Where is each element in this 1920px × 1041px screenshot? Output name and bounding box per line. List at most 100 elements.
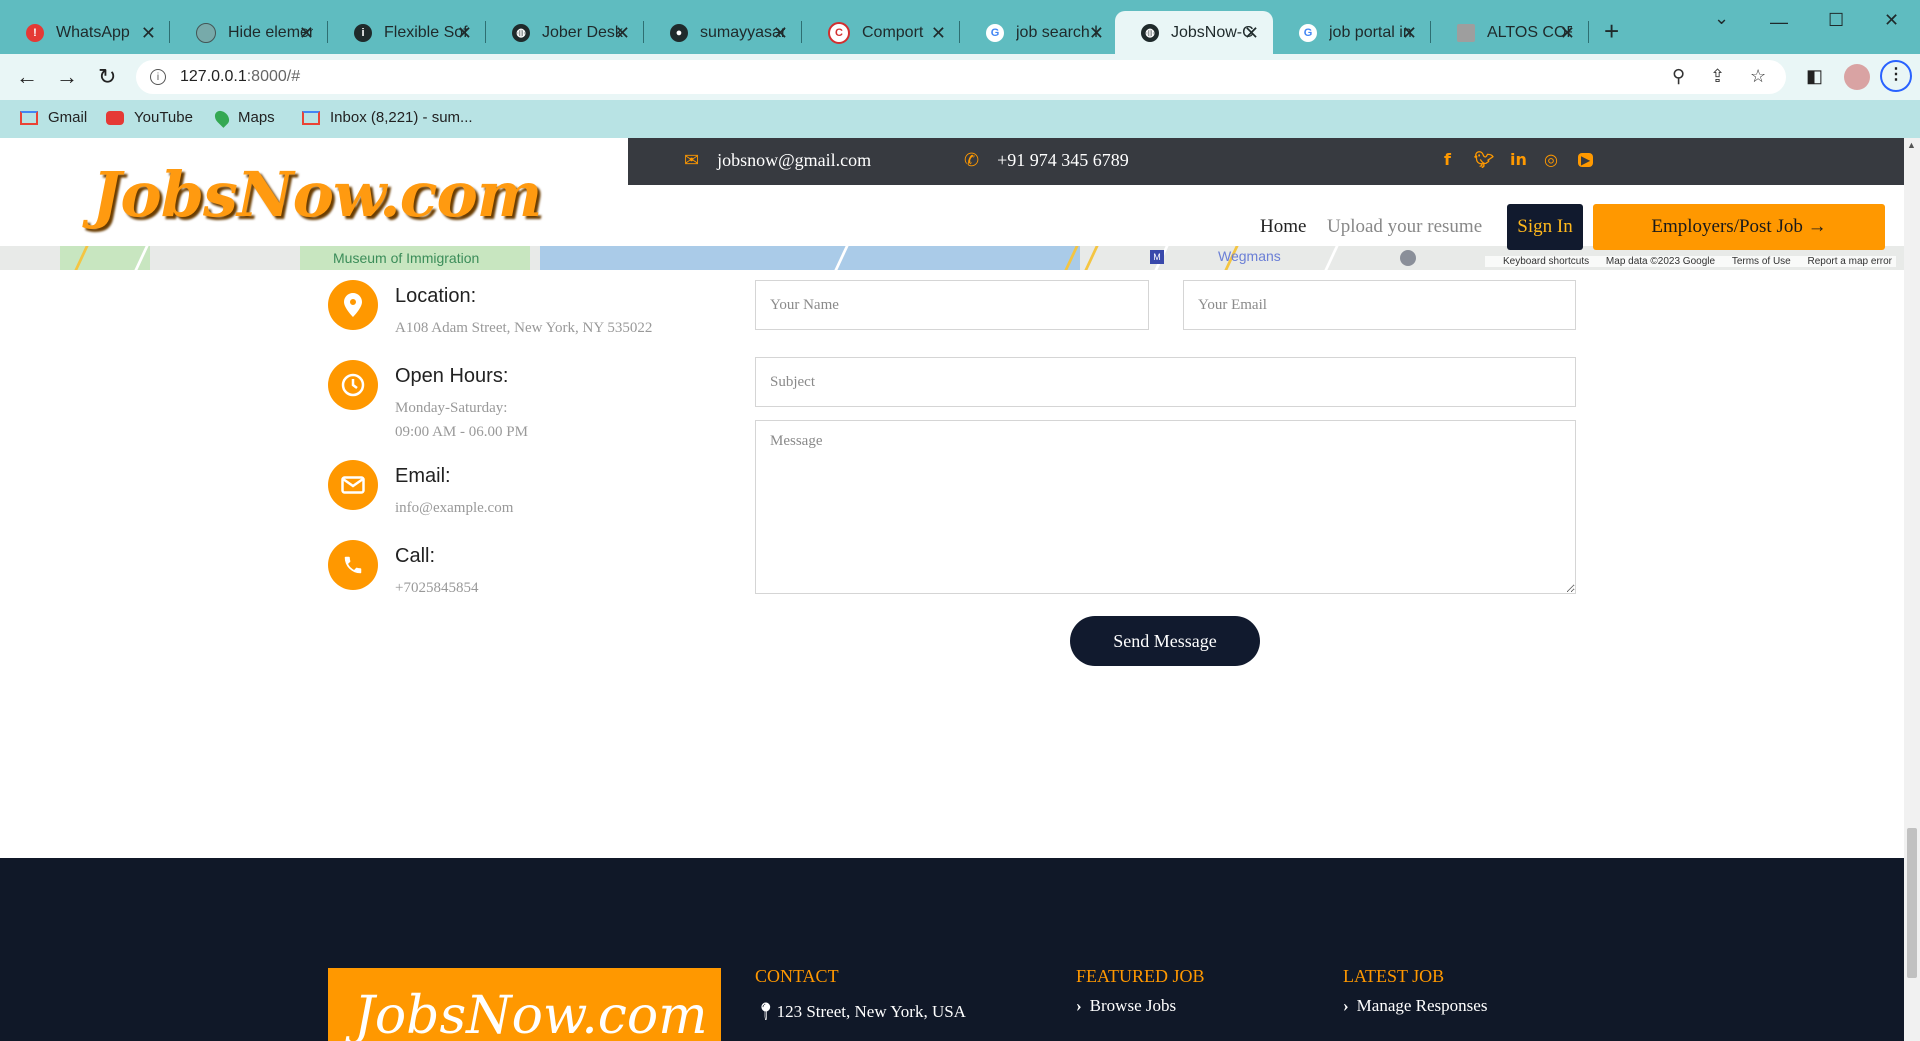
- bookmark-inbox[interactable]: Inbox (8,221) - sum...: [302, 109, 473, 126]
- back-arrow-icon[interactable]: ←: [16, 64, 38, 90]
- gmail-icon: [20, 110, 38, 125]
- zoom-icon[interactable]: ⚲: [1672, 66, 1685, 87]
- footer-link-label: Manage Responses: [1356, 996, 1488, 1015]
- youtube-icon[interactable]: ▶: [1578, 153, 1594, 167]
- altos-icon: [1457, 23, 1475, 42]
- tab-jober-desk[interactable]: ◍ Jober Desk ✕: [486, 11, 644, 54]
- close-icon[interactable]: ✕: [141, 23, 156, 44]
- globe-icon: ◍: [1141, 23, 1159, 42]
- footer-logo[interactable]: JobsNow.com: [328, 968, 721, 1041]
- footer-featured-heading: FEATURED JOB: [1076, 966, 1205, 986]
- map-label-museum: Museum of Immigration: [333, 250, 480, 266]
- twitter-icon[interactable]: 🐦︎: [1474, 150, 1494, 169]
- page-scrollbar[interactable]: ▲: [1904, 138, 1920, 1041]
- close-icon[interactable]: ✕: [299, 23, 314, 44]
- tab-flexible-software[interactable]: i Flexible Sof ✕: [328, 11, 486, 54]
- tab-hide-element[interactable]: Hide element ✕: [170, 11, 328, 54]
- tab-altos[interactable]: ALTOS COR ✕: [1431, 11, 1589, 54]
- close-icon[interactable]: ✕: [615, 23, 630, 44]
- profile-avatar[interactable]: [1844, 64, 1870, 90]
- close-icon[interactable]: ✕: [1089, 23, 1104, 44]
- nav-upload-resume[interactable]: Upload your resume: [1327, 216, 1482, 238]
- report-map-error-link[interactable]: Report a map error: [1808, 256, 1892, 267]
- message-textarea[interactable]: [755, 420, 1576, 594]
- footer-latest-heading: LATEST JOB: [1343, 966, 1445, 986]
- info-text[interactable]: info@example.com: [395, 496, 513, 520]
- send-message-button[interactable]: Send Message: [1070, 616, 1260, 666]
- tab-jobsnow-active[interactable]: ◍ JobsNow-C ✕: [1115, 11, 1273, 54]
- info-title: Email:: [395, 465, 451, 487]
- close-icon[interactable]: ✕: [1402, 23, 1417, 44]
- map-attribution: Keyboard shortcuts Map data ©2023 Google…: [1484, 256, 1896, 267]
- footer-link-manage-responses[interactable]: › Manage Responses: [1343, 996, 1487, 1016]
- tab-whatsapp[interactable]: ! WhatsApp ✕: [0, 11, 170, 54]
- bookmark-maps[interactable]: Maps: [212, 107, 275, 128]
- tab-job-search[interactable]: G job search l ✕: [960, 11, 1118, 54]
- linkedin-icon[interactable]: in: [1510, 150, 1527, 169]
- topbar-phone[interactable]: ✆ +91 974 345 6789: [964, 150, 1129, 171]
- bookmark-star-icon[interactable]: ☆: [1750, 66, 1766, 87]
- bookmark-label: Maps: [238, 109, 275, 126]
- chevron-right-icon: ›: [1076, 996, 1082, 1015]
- github-icon: ●: [670, 23, 688, 42]
- post-job-button[interactable]: Employers/Post Job →: [1593, 204, 1885, 250]
- bookmark-youtube[interactable]: YouTube: [106, 109, 193, 126]
- name-input[interactable]: [755, 280, 1149, 330]
- close-icon[interactable]: ✕: [931, 23, 946, 44]
- tab-job-portal[interactable]: G job portal in ✕: [1273, 11, 1431, 54]
- top-contact-bar: ✉ jobsnow@gmail.com ✆ +91 974 345 6789 f…: [628, 138, 1904, 185]
- site-header: ✉ jobsnow@gmail.com ✆ +91 974 345 6789 f…: [0, 138, 1904, 250]
- tab-search-chevron-icon[interactable]: ⌄: [1714, 8, 1729, 29]
- tab-comport[interactable]: C Comport ✕: [802, 11, 960, 54]
- share-icon[interactable]: ⇪: [1710, 66, 1725, 87]
- window-close-icon[interactable]: ✕: [1884, 10, 1899, 31]
- youtube-icon: [106, 110, 124, 125]
- bookmark-gmail[interactable]: Gmail: [20, 109, 87, 126]
- phone-icon: ✆: [964, 150, 980, 170]
- page-viewport: M Museum of Immigration Wegmans Keyboard…: [0, 138, 1904, 1041]
- close-icon[interactable]: ✕: [457, 23, 472, 44]
- reload-icon[interactable]: ↻: [98, 64, 116, 90]
- close-icon[interactable]: ✕: [773, 23, 788, 44]
- maps-icon: [212, 107, 232, 128]
- scroll-up-icon[interactable]: ▲: [1907, 140, 1916, 150]
- phone-icon: [328, 540, 378, 590]
- site-logo[interactable]: JobsNow.com: [92, 158, 542, 231]
- google-icon: G: [986, 23, 1004, 42]
- maximize-icon[interactable]: ☐: [1828, 10, 1844, 31]
- instagram-icon[interactable]: ◎: [1544, 150, 1558, 169]
- topbar-email[interactable]: ✉ jobsnow@gmail.com: [684, 150, 871, 171]
- facebook-icon[interactable]: f: [1444, 150, 1451, 169]
- subject-input[interactable]: [755, 357, 1576, 407]
- footer-address: 📍︎123 Street, New York, USA: [755, 1002, 966, 1022]
- site-info-icon[interactable]: i: [150, 69, 166, 85]
- topbar-phone-text: +91 974 345 6789: [997, 150, 1129, 170]
- side-panel-icon[interactable]: ◧: [1806, 66, 1823, 87]
- footer-link-browse-jobs[interactable]: › Browse Jobs: [1076, 996, 1176, 1016]
- info-text[interactable]: +7025845854: [395, 576, 478, 600]
- scrollbar-thumb[interactable]: [1907, 828, 1917, 978]
- openai-icon: [196, 22, 216, 43]
- new-tab-plus-icon[interactable]: +: [1604, 16, 1619, 47]
- email-input[interactable]: [1183, 280, 1576, 330]
- info-title: Open Hours:: [395, 365, 509, 387]
- nav-home[interactable]: Home: [1260, 216, 1306, 238]
- close-icon[interactable]: ✕: [1244, 23, 1259, 44]
- close-icon[interactable]: ✕: [1560, 23, 1575, 44]
- info-icon: i: [354, 23, 372, 42]
- sign-in-button[interactable]: Sign In: [1507, 204, 1583, 250]
- terms-link[interactable]: Terms of Use: [1732, 256, 1791, 267]
- footer-link-label: Browse Jobs: [1089, 996, 1177, 1015]
- keyboard-shortcuts-link[interactable]: Keyboard shortcuts: [1503, 256, 1589, 267]
- globe-icon: ◍: [512, 23, 530, 42]
- forward-arrow-icon[interactable]: →: [56, 64, 78, 90]
- chevron-right-icon: ›: [1343, 996, 1349, 1015]
- url-text[interactable]: 127.0.0.1:8000/#: [180, 68, 300, 86]
- comport-icon: C: [828, 21, 850, 44]
- minimize-icon[interactable]: —: [1770, 12, 1788, 33]
- omnibox[interactable]: i 127.0.0.1:8000/# ⚲ ⇪ ☆: [136, 60, 1786, 94]
- map-pin-icon: [1400, 250, 1416, 266]
- menu-kebab-icon[interactable]: ⋮: [1880, 60, 1912, 92]
- tab-github[interactable]: ● sumayyasar ✕: [644, 11, 802, 54]
- bookmark-label: Gmail: [48, 109, 88, 126]
